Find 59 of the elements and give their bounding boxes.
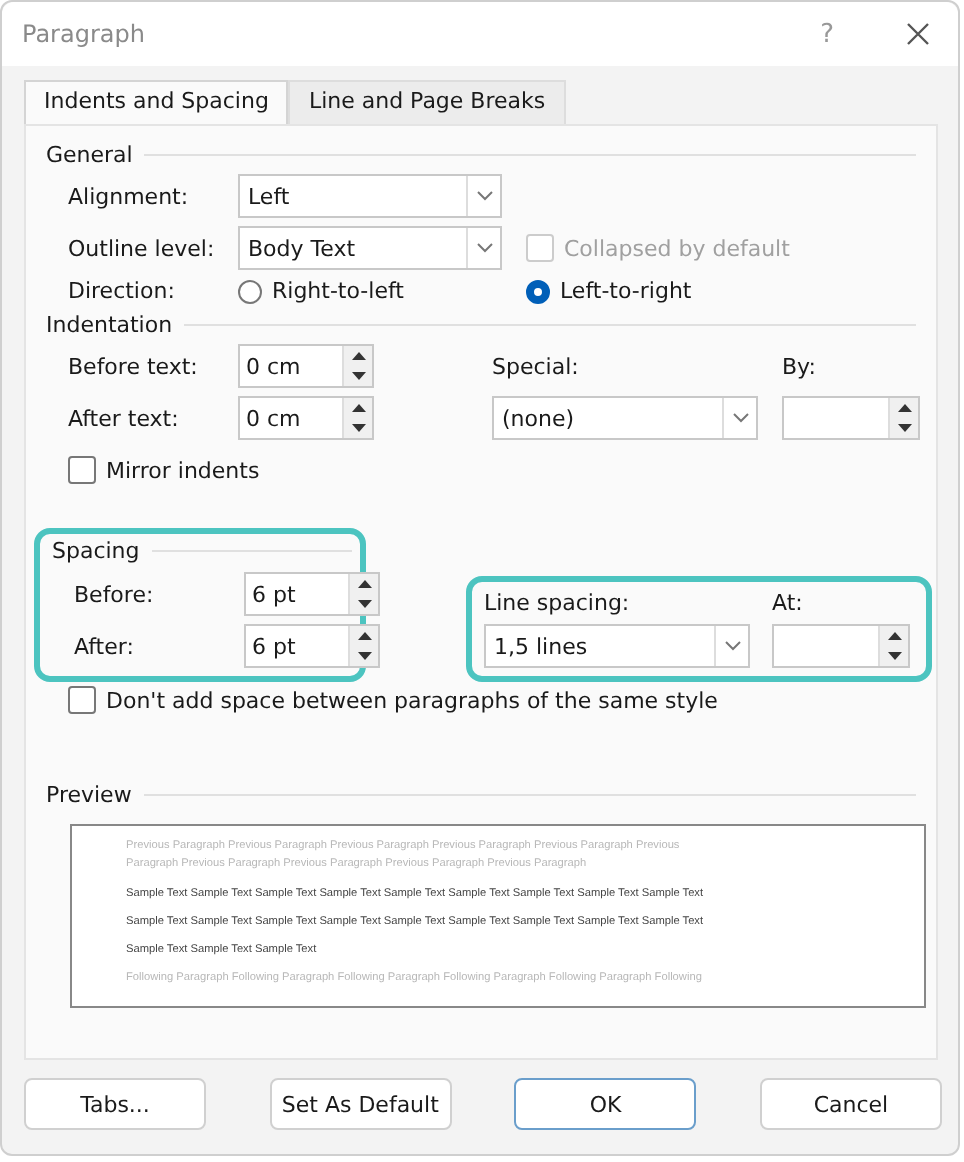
- field-label: After:: [74, 633, 136, 659]
- field-label: After text:: [68, 405, 181, 431]
- radio-button[interactable]: [238, 279, 262, 303]
- dialog-button[interactable]: Cancel: [759, 1078, 942, 1130]
- close-button[interactable]: [906, 22, 930, 46]
- dropdown-field[interactable]: (none): [492, 396, 758, 440]
- field-label: Before text:: [68, 353, 200, 379]
- section-heading: Indentation: [46, 312, 173, 338]
- chevron-down-icon: [723, 640, 741, 652]
- down-arrow-icon: [351, 424, 365, 432]
- dropdown-field[interactable]: Left: [238, 174, 502, 218]
- dialog-button[interactable]: OK: [514, 1078, 697, 1130]
- field-label: Before:: [74, 581, 156, 607]
- up-arrow-icon: [351, 352, 365, 360]
- dropdown-field[interactable]: Body Text: [238, 226, 502, 270]
- up-arrow-icon: [897, 404, 911, 412]
- down-arrow-icon: [887, 652, 901, 660]
- field-label: At:: [772, 590, 805, 616]
- up-arrow-icon: [357, 632, 371, 640]
- checkbox-label: Mirror indents: [106, 457, 260, 483]
- dropdown-field[interactable]: 1,5 lines: [484, 624, 750, 668]
- down-arrow-icon: [357, 600, 371, 608]
- down-arrow-icon: [351, 372, 365, 380]
- section-heading: Spacing: [52, 538, 140, 564]
- chevron-down-icon: [475, 190, 493, 202]
- chevron-down-icon: [731, 412, 749, 424]
- down-arrow-icon: [357, 652, 371, 660]
- spin-field[interactable]: 6 pt: [244, 572, 380, 616]
- radio-button[interactable]: [526, 279, 550, 303]
- dialog-button[interactable]: Set As Default: [269, 1078, 452, 1130]
- field-label: Direction:: [68, 278, 177, 304]
- tab[interactable]: Indents and Spacing: [24, 80, 289, 124]
- spin-field[interactable]: [782, 396, 920, 440]
- tab[interactable]: Line and Page Breaks: [288, 80, 566, 124]
- field-label: Line spacing:: [484, 590, 632, 616]
- spin-field[interactable]: [772, 624, 910, 668]
- dialog-button[interactable]: Tabs...: [24, 1078, 206, 1130]
- field-label: Outline level:: [68, 235, 214, 261]
- down-arrow-icon: [897, 424, 911, 432]
- radio-label: Right-to-left: [272, 278, 404, 304]
- field-label: By:: [782, 353, 818, 379]
- chevron-down-icon: [475, 242, 493, 254]
- spin-field[interactable]: 6 pt: [244, 624, 380, 668]
- field-label: Special:: [492, 353, 581, 379]
- spin-field[interactable]: 0 cm: [238, 344, 374, 388]
- up-arrow-icon: [357, 580, 371, 588]
- radio-label: Left-to-right: [560, 278, 692, 304]
- spin-field[interactable]: 0 cm: [238, 396, 374, 440]
- close-icon: [906, 22, 930, 46]
- checkbox-label: Don't add space between paragraphs of the same style: [106, 687, 718, 713]
- checkbox[interactable]: [68, 456, 96, 484]
- section-heading: General: [46, 142, 133, 168]
- checkbox-label: Collapsed by default: [564, 235, 790, 261]
- up-arrow-icon: [351, 404, 365, 412]
- section-heading: Preview: [46, 782, 132, 808]
- window-title: Paragraph: [22, 20, 147, 48]
- up-arrow-icon: [887, 632, 901, 640]
- field-label: Alignment:: [68, 183, 191, 209]
- checkbox[interactable]: [68, 686, 96, 714]
